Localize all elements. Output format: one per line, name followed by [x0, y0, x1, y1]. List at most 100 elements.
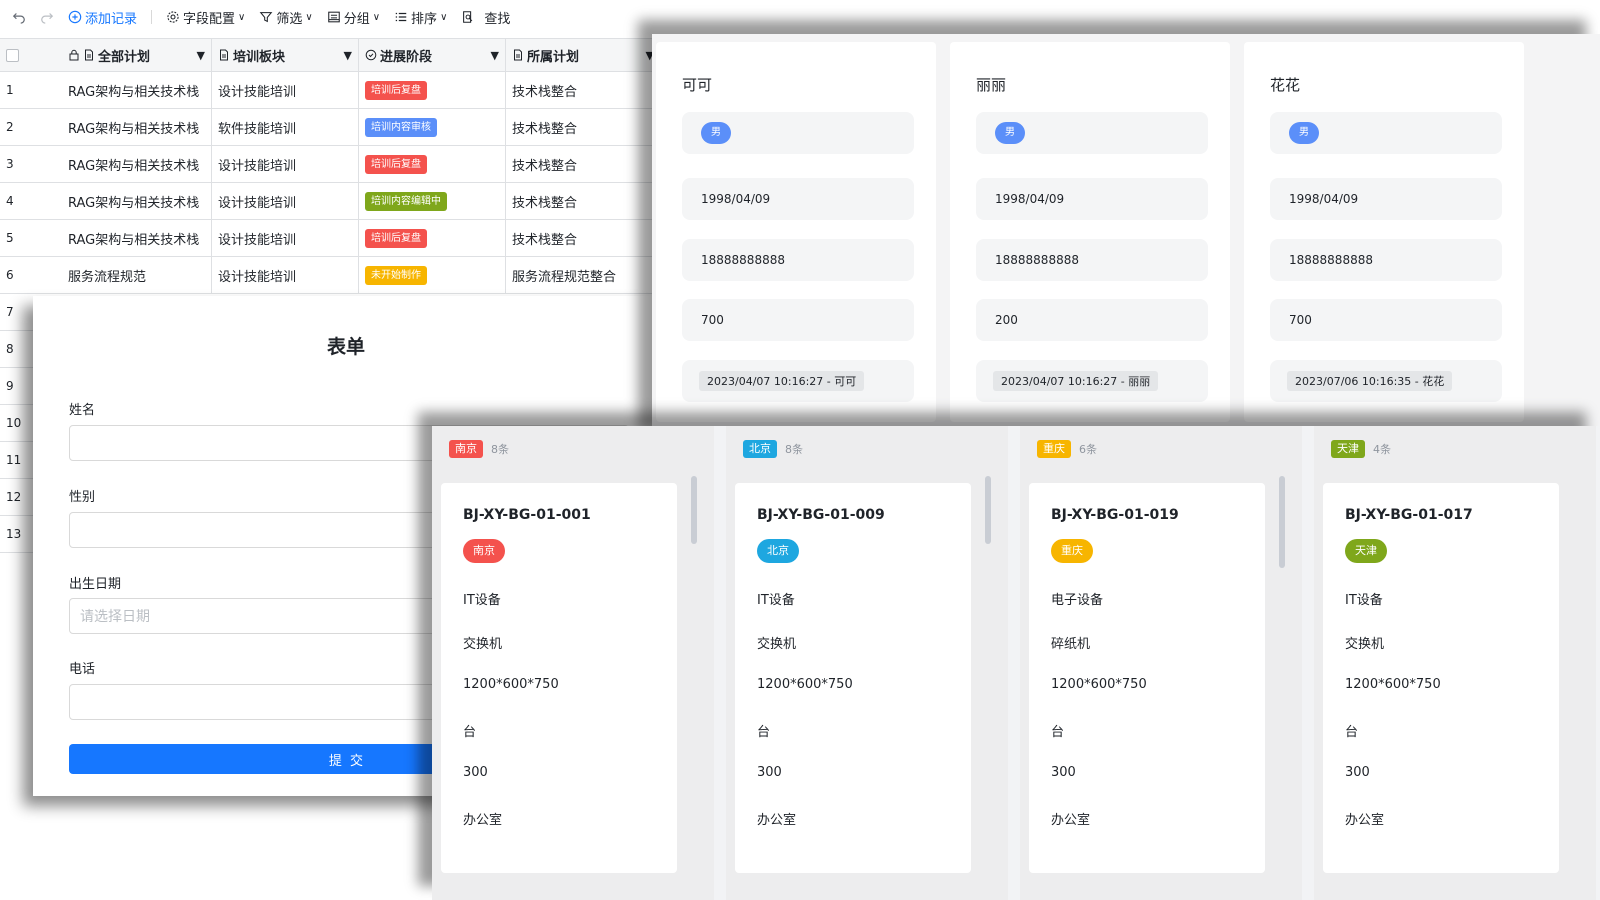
kanban-card[interactable]: BJ-XY-BG-01-001 南京 IT设备 交换机 1200*600*750 台 300… [441, 483, 677, 873]
cell-stage[interactable]: 培训后复盘 [359, 72, 506, 108]
table-row[interactable]: 2 RAG架构与相关技术栈 软件技能培训 培训内容审核 技术栈整合 [0, 109, 660, 146]
group-count: 4条 [1373, 443, 1391, 456]
kanban-column-header[interactable]: 重庆 6条 [1037, 440, 1097, 458]
group-tag: 天津 [1331, 440, 1365, 458]
gender-field: 男 [682, 112, 914, 154]
group-tag: 重庆 [1037, 440, 1071, 458]
amount-field: 700 [682, 299, 914, 341]
table-row[interactable]: 4 RAG架构与相关技术栈 设计技能培训 培训内容编辑中 技术栈整合 [0, 183, 660, 220]
search-button[interactable]: 查找 [461, 8, 510, 27]
cell-belong[interactable]: 技术栈整合 [506, 72, 660, 108]
cell-stage[interactable]: 培训后复盘 [359, 146, 506, 182]
cell-belong[interactable]: 技术栈整合 [506, 109, 660, 145]
city-pill: 北京 [757, 539, 799, 563]
unit-field: 台 [1051, 725, 1065, 740]
column-header-plan[interactable]: 全部计划 ▼ [62, 39, 212, 71]
column-title: 全部计划 [98, 49, 151, 65]
city-pill: 南京 [463, 539, 505, 563]
kanban-column-header[interactable]: 天津 4条 [1331, 440, 1391, 458]
kanban-column-header[interactable]: 北京 8条 [743, 440, 803, 458]
caret-down-icon[interactable]: ▼ [344, 49, 352, 62]
add-record-label: 添加记录 [85, 11, 138, 27]
kanban-view: 南京 8条 BJ-XY-BG-01-001 南京 IT设备 交换机 1200*600*750… [432, 426, 1600, 900]
stage-tag: 培训内容编辑中 [365, 191, 447, 211]
created-stamp: 2023/04/07 10:16:27 - 丽丽 [993, 371, 1159, 391]
cell-module[interactable]: 设计技能培训 [212, 220, 359, 256]
quantity-field: 300 [1345, 765, 1370, 780]
cell-plan[interactable]: RAG架构与相关技术栈 [62, 183, 212, 219]
cell-belong[interactable]: 技术栈整合 [506, 220, 660, 256]
kanban-column-header[interactable]: 南京 8条 [449, 440, 509, 458]
column-title: 所属计划 [527, 49, 580, 65]
undo-icon[interactable] [12, 10, 26, 24]
item-field: 交换机 [1345, 637, 1385, 652]
filter-button[interactable]: 筛选 ∨ [259, 8, 313, 27]
item-field: 交换机 [463, 637, 503, 652]
cell-stage[interactable]: 培训内容审核 [359, 109, 506, 145]
cell-belong[interactable]: 技术栈整合 [506, 146, 660, 182]
category-field: IT设备 [463, 593, 501, 608]
cell-module[interactable]: 设计技能培训 [212, 183, 359, 219]
select-all-cell[interactable] [0, 39, 62, 71]
cell-plan[interactable]: 服务流程规范 [62, 257, 212, 293]
created-field: 2023/07/06 10:16:35 - 花花 [1270, 360, 1502, 402]
redo-icon[interactable] [40, 10, 54, 24]
caret-down-icon[interactable]: ▼ [491, 49, 499, 62]
stage-tag: 培训后复盘 [365, 154, 427, 174]
group-label: 分组 [343, 11, 370, 27]
scrollbar-thumb[interactable] [985, 476, 991, 544]
cell-module[interactable]: 软件技能培训 [212, 109, 359, 145]
caret-down-icon[interactable]: ▼ [197, 49, 205, 62]
kanban-column: 天津 4条 BJ-XY-BG-01-017 天津 IT设备 交换机 1200*600*750… [1314, 426, 1596, 900]
unit-field: 台 [463, 725, 477, 740]
kanban-card[interactable]: BJ-XY-BG-01-017 天津 IT设备 交换机 1200*600*750 台 300… [1323, 483, 1559, 873]
asset-code: BJ-XY-BG-01-017 [1345, 507, 1473, 523]
gender-badge: 男 [995, 122, 1025, 144]
table-row[interactable]: 1 RAG架构与相关技术栈 设计技能培训 培训后复盘 技术栈整合 [0, 72, 660, 109]
doc-icon [220, 49, 228, 61]
group-count: 8条 [491, 443, 509, 456]
group-button[interactable]: 分组 ∨ [327, 8, 380, 27]
cell-module[interactable]: 设计技能培训 [212, 72, 359, 108]
phone-field: 18888888888 [976, 239, 1208, 281]
chevron-down-icon: ∨ [238, 11, 246, 23]
add-record-button[interactable]: 添加记录 [68, 8, 137, 27]
table-row[interactable]: 3 RAG架构与相关技术栈 设计技能培训 培训后复盘 技术栈整合 [0, 146, 660, 183]
table-row[interactable]: 6 服务流程规范 设计技能培训 未开始制作 服务流程规范整合 [0, 257, 660, 294]
cell-module[interactable]: 设计技能培训 [212, 257, 359, 293]
column-header-stage[interactable]: 进展阶段 ▼ [359, 39, 506, 71]
location-field: 办公室 [1345, 813, 1385, 828]
cell-module[interactable]: 设计技能培训 [212, 146, 359, 182]
cell-plan[interactable]: RAG架构与相关技术栈 [62, 146, 212, 182]
scrollbar-thumb[interactable] [691, 476, 697, 544]
kanban-card[interactable]: BJ-XY-BG-01-019 重庆 电子设备 碎纸机 1200*600*750 台 300… [1029, 483, 1265, 873]
cell-belong[interactable]: 技术栈整合 [506, 183, 660, 219]
phone-field: 18888888888 [1270, 239, 1502, 281]
cell-plan[interactable]: RAG架构与相关技术栈 [62, 220, 212, 256]
kanban-card[interactable]: BJ-XY-BG-01-009 北京 IT设备 交换机 1200*600*750 台 300… [735, 483, 971, 873]
select-all-checkbox[interactable] [6, 48, 19, 62]
sort-button[interactable]: 排序 ∨ [394, 8, 447, 27]
scrollbar-thumb[interactable] [1279, 476, 1285, 568]
person-card[interactable]: 可可男 1998/04/09 18888888888 700 2023/04/07 10… [656, 42, 936, 422]
person-card[interactable]: 丽丽男 1998/04/09 18888888888 200 2023/04/07 10… [950, 42, 1230, 422]
cell-plan[interactable]: RAG架构与相关技术栈 [62, 109, 212, 145]
column-header-module[interactable]: 培训板块 ▼ [212, 39, 359, 71]
unit-field: 台 [1345, 725, 1359, 740]
cell-stage[interactable]: 未开始制作 [359, 257, 506, 293]
column-header-belong[interactable]: 所属计划 ▼ [506, 39, 660, 71]
name-label: 姓名 [69, 403, 96, 418]
cell-stage[interactable]: 培训后复盘 [359, 220, 506, 256]
cell-stage[interactable]: 培训内容编辑中 [359, 183, 506, 219]
cell-belong[interactable]: 服务流程规范整合 [506, 257, 660, 293]
cell-plan[interactable]: RAG架构与相关技术栈 [62, 72, 212, 108]
table-body: 1 RAG架构与相关技术栈 设计技能培训 培训后复盘 技术栈整合 2 RAG架构与相关技术栈… [0, 72, 660, 294]
table-row[interactable]: 5 RAG架构与相关技术栈 设计技能培训 培训后复盘 技术栈整合 [0, 220, 660, 257]
toolbar: 添加记录 字段配置 ∨ 筛选 ∨ 分组 ∨ 排序 ∨ 查找 [0, 0, 700, 34]
person-card[interactable]: 花花男 1998/04/09 18888888888 700 2023/07/06 10… [1244, 42, 1524, 422]
form-title: 表单 [326, 336, 365, 358]
created-field: 2023/04/07 10:16:27 - 丽丽 [976, 360, 1208, 402]
group-count: 8条 [785, 443, 803, 456]
sort-label: 排序 [411, 11, 438, 27]
field-config-button[interactable]: 字段配置 ∨ [166, 8, 245, 27]
